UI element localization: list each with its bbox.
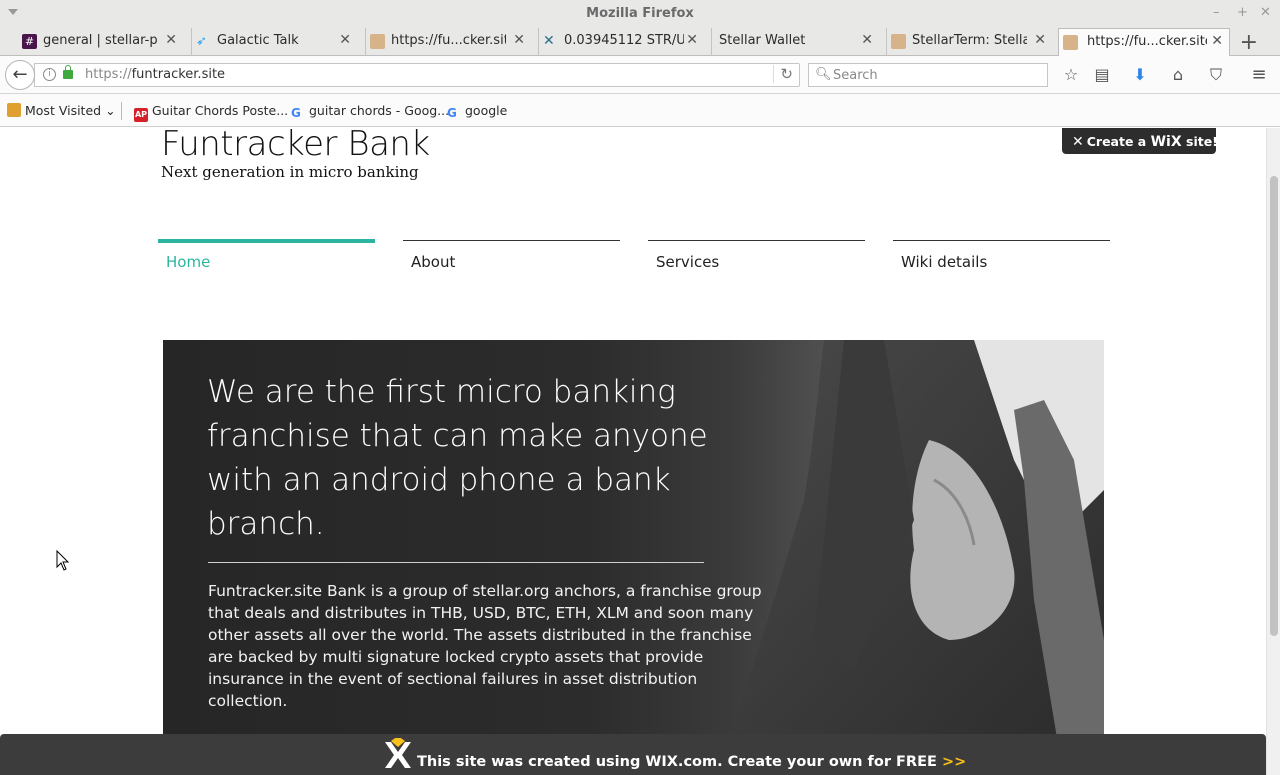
nav-label: Wiki details: [901, 253, 988, 271]
nav-label: Home: [166, 253, 211, 271]
ap-icon: AP: [134, 108, 148, 122]
tab-funtracker-active[interactable]: https://fu...cker.site/ ✕: [1058, 28, 1230, 57]
thumb-icon: [1063, 35, 1078, 50]
bookmark-label: guitar chords - Goog...: [309, 103, 450, 118]
search-bar[interactable]: 🔍︎: [808, 63, 1048, 87]
wix-footer-text[interactable]: This site was created using WIX.com. Cre…: [417, 754, 966, 770]
url-bar[interactable]: i https://funtracker.site ↻: [34, 63, 800, 87]
tab-stellarx[interactable]: ✕ 0.03945112 STR/U... ✕: [538, 28, 704, 56]
bookmark-google[interactable]: Ggoogle: [447, 103, 507, 120]
tab-label: https://fu...cker.site/: [391, 33, 506, 48]
tab-galactic-talk[interactable]: ➶ Galactic Talk ✕: [191, 28, 357, 56]
back-arrow-icon: ←: [12, 64, 28, 85]
search-input[interactable]: [833, 66, 1033, 84]
create-wix-site-badge[interactable]: ✕ Create a WiX site!: [1062, 128, 1218, 154]
reading-list-icon[interactable]: ▤: [1092, 65, 1112, 85]
tab-stellarterm[interactable]: StellarTerm: Stella... ✕: [886, 28, 1052, 56]
bookmark-label: Guitar Chords Poste...: [152, 103, 289, 118]
home-icon[interactable]: ⌂: [1168, 65, 1188, 85]
tab-label: https://fu...cker.site/: [1087, 34, 1207, 49]
wix-logo-icon: [385, 738, 411, 768]
scrollbar-thumb[interactable]: [1270, 176, 1278, 636]
bookmark-star-icon[interactable]: ☆: [1061, 65, 1081, 85]
site-tagline: Next generation in micro banking: [161, 163, 419, 181]
tab-label: 0.03945112 STR/U...: [564, 33, 684, 48]
hamburger-menu-icon[interactable]: ≡: [1249, 65, 1269, 85]
page-scrollbar[interactable]: [1266, 128, 1280, 775]
minimize-icon[interactable]: –: [1213, 5, 1220, 20]
hero-body-text: Funtracker.site Bank is a group of stell…: [208, 582, 762, 710]
stellarx-icon: ✕: [543, 33, 555, 49]
tab-close-icon[interactable]: ✕: [1034, 32, 1046, 48]
rocket-icon: ➶: [196, 34, 207, 49]
mouse-cursor-icon: [56, 550, 70, 571]
wix-badge-brand: WiX: [1150, 134, 1182, 150]
window-title: Mozilla Firefox: [586, 6, 694, 21]
tab-close-icon[interactable]: ✕: [1211, 33, 1223, 49]
hero-divider: [208, 562, 704, 563]
nav-home[interactable]: Home: [158, 239, 375, 279]
tab-label: StellarTerm: Stella...: [912, 33, 1027, 48]
tab-stellar-wallet[interactable]: Stellar Wallet ✕: [711, 28, 879, 56]
nav-wiki-details[interactable]: Wiki details: [893, 240, 1110, 280]
lock-icon: [63, 65, 73, 79]
tab-label: Stellar Wallet: [719, 33, 806, 48]
tab-close-icon[interactable]: ✕: [513, 32, 525, 48]
thumb-icon: [370, 34, 385, 49]
wix-badge-post: site!: [1186, 134, 1218, 149]
tab-general-stellar[interactable]: # general | stellar-p... ✕: [18, 28, 183, 56]
chevron-down-icon: ⌄: [101, 103, 116, 118]
navigation-toolbar: i https://funtracker.site ↻ ← 🔍︎ ☆ ▤ ⬇ ⌂…: [0, 56, 1280, 94]
pocket-icon[interactable]: ⛉: [1206, 65, 1226, 85]
bookmarks-separator: [121, 102, 122, 120]
page-viewport: Funtracker Bank Next generation in micro…: [0, 128, 1266, 775]
close-window-icon[interactable]: ✕: [1260, 5, 1271, 20]
hero-banner: We are the first micro banking franchise…: [163, 340, 1104, 775]
bookmark-guitar-chords-google[interactable]: Gguitar chords - Goog...: [291, 103, 449, 120]
nav-about[interactable]: About: [403, 240, 620, 280]
hash-icon: #: [22, 34, 37, 49]
tab-strip: # general | stellar-p... ✕ ➶ Galactic Ta…: [0, 28, 1280, 57]
window-titlebar: Mozilla Firefox – + ✕: [0, 0, 1280, 28]
wix-footer-arrows: >>: [941, 754, 967, 770]
folder-icon: [7, 103, 21, 117]
info-icon[interactable]: i: [43, 68, 56, 81]
reload-icon[interactable]: ↻: [773, 65, 793, 83]
url-host: funtracker.site: [131, 67, 226, 82]
url-protocol: https://: [85, 67, 132, 82]
nav-label: Services: [656, 253, 720, 271]
wix-footer-label: This site was created using WIX.com. Cre…: [417, 754, 937, 770]
tab-label: general | stellar-p...: [43, 33, 158, 48]
new-tab-icon[interactable]: +: [1240, 30, 1258, 55]
google-icon: G: [291, 106, 301, 120]
tab-funtracker-1[interactable]: https://fu...cker.site/ ✕: [365, 28, 531, 56]
site-title[interactable]: Funtracker Bank: [161, 128, 430, 164]
bookmark-guitar-chords-poster[interactable]: AP Guitar Chords Poste...: [134, 103, 288, 122]
bookmark-most-visited[interactable]: Most Visited ⌄: [7, 103, 116, 118]
bookmark-label: google: [465, 103, 508, 118]
tab-label: Galactic Talk: [217, 33, 299, 48]
download-icon[interactable]: ⬇: [1130, 65, 1150, 85]
google-icon: G: [447, 106, 457, 120]
bookmark-label: Most Visited: [25, 103, 102, 118]
wix-badge-pre: Create a: [1086, 134, 1147, 149]
wix-x-icon: ✕: [1072, 134, 1084, 150]
tab-close-icon[interactable]: ✕: [686, 32, 698, 48]
url-text[interactable]: https://funtracker.site: [85, 67, 225, 82]
nav-label: About: [411, 253, 456, 271]
back-button[interactable]: ←: [5, 60, 35, 90]
thumb-icon: [891, 34, 906, 49]
nav-services[interactable]: Services: [648, 240, 865, 280]
tab-close-icon[interactable]: ✕: [339, 32, 351, 48]
wix-footer-banner[interactable]: This site was created using WIX.com. Cre…: [0, 734, 1266, 775]
tab-close-icon[interactable]: ✕: [165, 32, 177, 48]
bookmarks-toolbar: Most Visited ⌄ AP Guitar Chords Poste... …: [0, 94, 1280, 127]
search-icon: 🔍︎: [815, 67, 832, 82]
maximize-icon[interactable]: +: [1237, 5, 1248, 20]
hero-headline: We are the first micro banking franchise…: [207, 374, 708, 542]
tab-close-icon[interactable]: ✕: [861, 32, 873, 48]
